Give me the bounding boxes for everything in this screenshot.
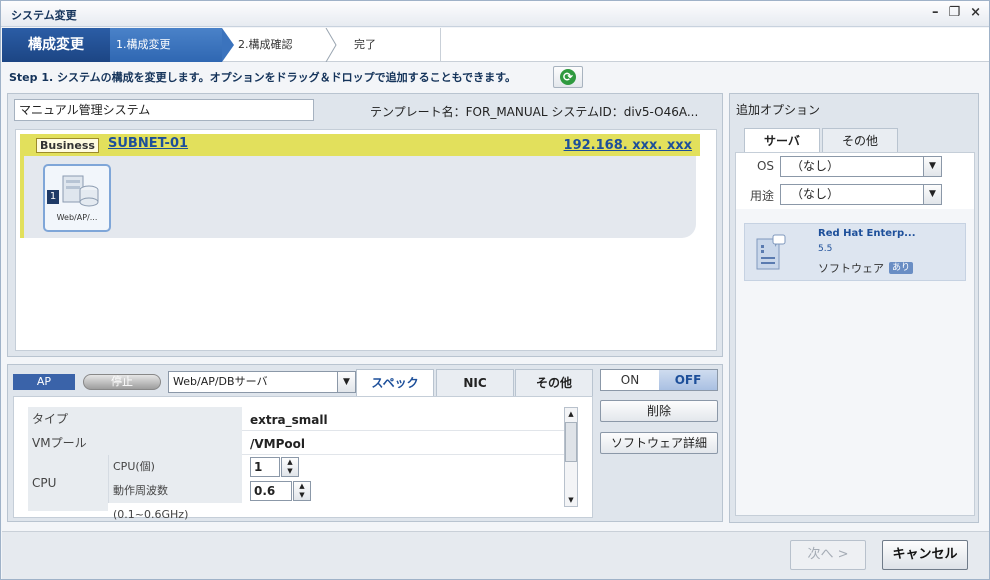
restore-icon[interactable]: ❐ — [948, 5, 960, 20]
chevron-down-icon[interactable]: ▼ — [923, 185, 941, 204]
software-type: ソフトウェア — [818, 262, 884, 275]
usage-select-value: （なし） — [791, 187, 840, 201]
dialog-footer: 次へ > キャンセル — [2, 531, 989, 579]
server-node[interactable]: 1 Web/AP/... — [43, 164, 111, 232]
wizard-step-2: 2.構成確認 — [238, 38, 293, 51]
software-icon — [756, 234, 786, 270]
tab-nic[interactable]: NIC — [436, 369, 514, 396]
minimize-icon[interactable]: – — [932, 5, 939, 20]
cpu-label: CPU — [28, 455, 108, 511]
status-pill[interactable]: 停止 — [83, 374, 161, 390]
next-button[interactable]: 次へ > — [790, 540, 866, 570]
tab-spec[interactable]: スペック — [356, 369, 434, 396]
window-controls: – ❐ × — [932, 5, 981, 20]
power-on-option[interactable]: ON — [601, 370, 659, 390]
software-detail-button[interactable]: ソフトウェア詳細 — [600, 432, 718, 454]
refresh-button[interactable]: ⟳ — [553, 66, 583, 88]
system-config-panel: マニュアル管理システム テンプレート名：FOR_MANUAL システムID：di… — [7, 93, 723, 357]
power-toggle[interactable]: ON OFF — [600, 369, 718, 391]
tab-other[interactable]: その他 — [822, 128, 898, 152]
step-instruction: Step 1. システムの構成を変更します。オプションをドラッグ＆ドロップで追加… — [9, 71, 517, 84]
system-name-input[interactable]: マニュアル管理システム — [14, 99, 314, 121]
server-type-value: Web/AP/DBサーバ — [173, 375, 268, 388]
scroll-thumb[interactable] — [565, 422, 577, 462]
role-badge: AP — [13, 374, 75, 390]
spec-table-body: タイプ extra_small VMプール /VMPool CPU CPU(個)… — [28, 407, 564, 521]
cpu-freq-value: 0.6 — [254, 484, 276, 498]
software-card[interactable]: Red Hat Enterp... 5.5 ソフトウェア あり — [744, 223, 966, 281]
chevron-down-icon[interactable]: ▼ — [923, 157, 941, 176]
subnet-name-link[interactable]: SUBNET-01 — [108, 136, 188, 151]
chevron-right-icon — [325, 28, 337, 62]
scroll-down-icon[interactable]: ▼ — [565, 494, 577, 506]
title-bar: システム変更 – ❐ × — [1, 1, 989, 27]
wizard-divider — [440, 28, 441, 62]
spec-value: extra_small — [250, 413, 328, 427]
delete-button[interactable]: 削除 — [600, 400, 718, 422]
spec-key: VMプール — [28, 431, 242, 455]
os-filter-row: OS （なし） ▼ — [736, 153, 974, 181]
tab-detail-other[interactable]: その他 — [515, 369, 593, 396]
wizard-steps: 構成変更 1.構成変更 2.構成確認 完了 — [2, 28, 989, 62]
usage-filter-label: 用途 — [749, 189, 774, 203]
software-name: Red Hat Enterp... — [818, 228, 916, 239]
cpu-count-value: 1 — [254, 460, 263, 474]
subnet-ip-link[interactable]: 192.168. xxx. xxx — [564, 138, 692, 153]
close-icon[interactable]: × — [970, 5, 981, 20]
subnet-badge: Business — [36, 138, 99, 153]
cpu-count-stepper[interactable]: 1 ▲ ▼ — [250, 457, 299, 477]
software-version: 5.5 — [818, 244, 833, 254]
stepper-arrows-icon[interactable]: ▲ ▼ — [293, 481, 311, 501]
tab-server[interactable]: サーバ — [744, 128, 820, 153]
spec-table: タイプ extra_small VMプール /VMPool CPU CPU(個)… — [13, 396, 593, 521]
software-tag: あり — [889, 262, 914, 274]
template-info: テンプレート名：FOR_MANUAL システムID：div5-O46A... — [370, 105, 699, 119]
os-select-value: （なし） — [791, 159, 840, 173]
spec-key: タイプ — [28, 407, 242, 431]
window-title: システム変更 — [11, 9, 77, 22]
server-icon — [62, 175, 99, 207]
table-row: VMプール /VMPool — [28, 431, 564, 455]
usage-select[interactable]: （なし） ▼ — [780, 184, 942, 205]
server-detail-panel: AP 停止 Web/AP/DBサーバ ▼ スペック NIC その他 タイプ ex… — [7, 364, 723, 522]
spec-value: /VMPool — [250, 437, 306, 451]
cpu-freq-stepper[interactable]: 0.6 ▲ ▼ — [250, 481, 311, 501]
cancel-button[interactable]: キャンセル — [882, 540, 968, 570]
subnet-area: Business SUBNET-01 192.168. xxx. xxx 1 W… — [20, 134, 700, 238]
os-select[interactable]: （なし） ▼ — [780, 156, 942, 177]
system-change-dialog: システム変更 – ❐ × 構成変更 1.構成変更 2.構成確認 完了 Step … — [0, 0, 990, 580]
options-body: OS （なし） ▼ 用途 （なし） ▼ Red Hat Enterp... 5.… — [735, 152, 975, 516]
os-filter-label: OS — [756, 159, 774, 173]
system-canvas: Business SUBNET-01 192.168. xxx. xxx 1 W… — [15, 129, 717, 351]
refresh-icon: ⟳ — [560, 69, 576, 85]
wizard-main-label: 構成変更 — [2, 28, 110, 62]
cpu-freq-label: 動作周波数(0.1~0.6GHz) — [108, 479, 242, 521]
spec-scrollbar[interactable]: ▲ ▼ — [564, 407, 578, 507]
wizard-step-3: 完了 — [354, 38, 376, 51]
options-title: 追加オプション — [736, 103, 821, 117]
additional-options-panel: 追加オプション サーバ その他 OS （なし） ▼ 用途 （なし） ▼ Red … — [729, 93, 979, 523]
server-node-number: 1 — [47, 190, 59, 204]
chevron-down-icon[interactable]: ▼ — [337, 372, 355, 392]
cpu-count-label: CPU(個) — [108, 455, 242, 479]
wizard-step-1: 1.構成変更 — [110, 28, 234, 62]
subnet-header: Business SUBNET-01 192.168. xxx. xxx — [20, 134, 700, 156]
usage-filter-row: 用途 （なし） ▼ — [736, 181, 974, 209]
server-node-label: Web/AP/... — [56, 213, 98, 222]
power-off-option[interactable]: OFF — [659, 370, 717, 390]
scroll-up-icon[interactable]: ▲ — [565, 408, 577, 420]
server-type-select[interactable]: Web/AP/DBサーバ ▼ — [168, 371, 356, 393]
stepper-arrows-icon[interactable]: ▲ ▼ — [281, 457, 299, 477]
table-row: タイプ extra_small — [28, 407, 564, 431]
